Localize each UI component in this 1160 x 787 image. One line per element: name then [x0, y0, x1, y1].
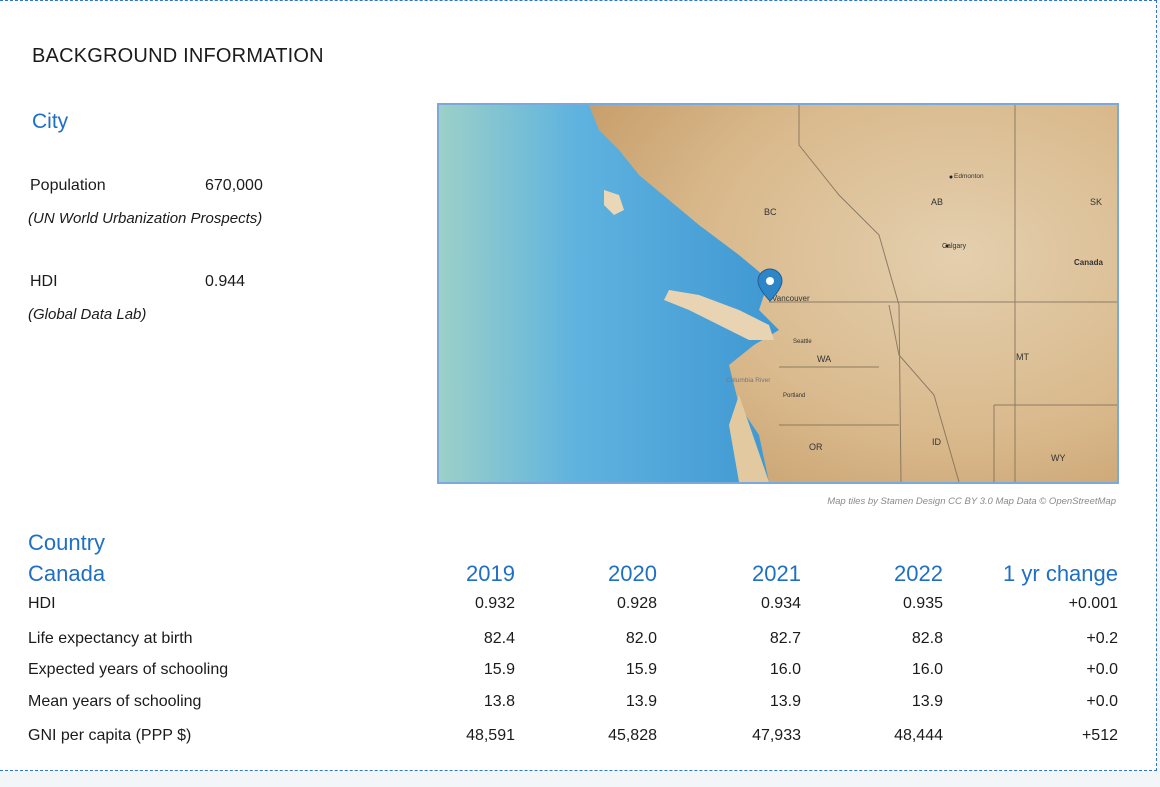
- map-label-bc: BC: [764, 207, 777, 217]
- table-cell: 16.0: [769, 661, 801, 678]
- table-cell: 82.0: [625, 630, 657, 647]
- country-heading: Country: [28, 530, 106, 555]
- table-cell: 13.9: [911, 693, 943, 710]
- table-cell: 82.8: [911, 630, 943, 647]
- col-head-2020: 2020: [608, 561, 657, 586]
- table-cell: 0.932: [474, 595, 515, 612]
- map-label-seattle: Seattle: [793, 339, 812, 345]
- table-cell: 13.9: [625, 693, 657, 710]
- col-head-1yr-change: 1 yr change: [1003, 561, 1118, 586]
- map-label-vancouver: Vancouver: [772, 294, 810, 303]
- map-label-or: OR: [809, 442, 823, 452]
- population-value: 670,000: [205, 177, 263, 194]
- table-cell: 82.4: [483, 630, 515, 647]
- map-label-ab: AB: [931, 197, 943, 207]
- table-cell: +0.001: [1068, 595, 1118, 612]
- city-heading: City: [32, 110, 69, 133]
- col-head-2021: 2021: [752, 561, 801, 586]
- table-row-label: Life expectancy at birth: [28, 630, 193, 647]
- table-cell: 0.934: [760, 595, 801, 612]
- table-row-label: Expected years of schooling: [28, 661, 229, 678]
- population-source: (UN World Urbanization Prospects): [28, 210, 263, 227]
- edmonton-dot: [949, 175, 953, 179]
- table-cell: 13.9: [769, 693, 801, 710]
- population-label: Population: [30, 177, 106, 194]
- map-label-mt: MT: [1016, 352, 1029, 362]
- table-cell: 15.9: [483, 661, 515, 678]
- map-label-wa: WA: [817, 354, 831, 364]
- table-cell: 13.8: [483, 693, 515, 710]
- table-cell: +512: [1081, 727, 1118, 744]
- table-cell: +0.2: [1086, 630, 1118, 647]
- col-head-2019: 2019: [466, 561, 515, 586]
- table-cell: +0.0: [1086, 693, 1118, 710]
- table-cell: 48,591: [466, 727, 515, 744]
- map-svg: BC AB SK Canada Edmonton Calgary Vancouv…: [439, 105, 1117, 482]
- table-cell: 48,444: [894, 727, 943, 744]
- table-cell: 16.0: [911, 661, 943, 678]
- city-hdi-source: (Global Data Lab): [28, 306, 147, 323]
- map-credit: Map tiles by Stamen Design CC BY 3.0 Map…: [827, 496, 1116, 507]
- map-label-canada: Canada: [1074, 258, 1103, 267]
- col-head-2022: 2022: [894, 561, 943, 586]
- city-map[interactable]: BC AB SK Canada Edmonton Calgary Vancouv…: [437, 103, 1119, 484]
- table-row-label: GNI per capita (PPP $): [28, 727, 192, 744]
- table-cell: 45,828: [608, 727, 657, 744]
- map-label-wy: WY: [1051, 453, 1066, 463]
- section-title: BACKGROUND INFORMATION: [32, 45, 324, 67]
- table-row-label: Mean years of schooling: [28, 693, 202, 710]
- table-cell: 0.935: [902, 595, 943, 612]
- map-label-edmonton: Edmonton: [954, 173, 984, 180]
- background-info-panel: BACKGROUND INFORMATION City Population 6…: [0, 0, 1157, 771]
- calgary-dot: [945, 244, 949, 248]
- city-hdi-value: 0.944: [205, 273, 246, 290]
- table-cell: 0.928: [616, 595, 657, 612]
- map-label-id: ID: [932, 437, 942, 447]
- table-row-label: HDI: [28, 595, 56, 612]
- country-name: Canada: [28, 561, 106, 586]
- table-cell: 82.7: [769, 630, 801, 647]
- table-cell: 47,933: [752, 727, 801, 744]
- city-hdi-label: HDI: [30, 273, 58, 290]
- map-label-sk: SK: [1090, 197, 1102, 207]
- map-label-portland: Portland: [783, 393, 805, 399]
- map-label-columbia: Columbia River: [726, 377, 771, 384]
- table-cell: +0.0: [1086, 661, 1118, 678]
- table-cell: 15.9: [625, 661, 657, 678]
